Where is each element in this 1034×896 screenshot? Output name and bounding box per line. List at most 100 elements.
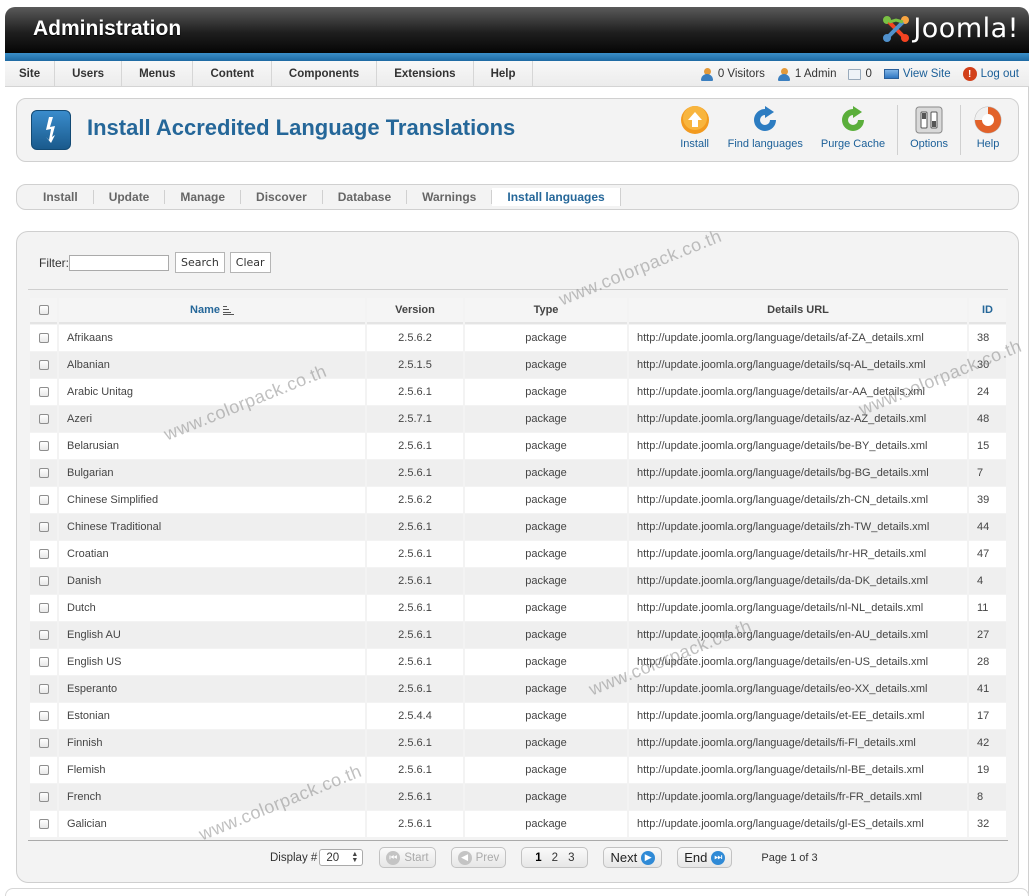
prev-button[interactable]: ◀ Prev — [450, 847, 507, 868]
help-button[interactable]: Help — [964, 105, 1012, 150]
menu-site[interactable]: Site — [5, 61, 56, 86]
table-row[interactable]: Arabic Unitag 2.5.6.1 package http://update… — [30, 379, 1006, 405]
tab-update[interactable]: Update — [94, 190, 166, 204]
page-3[interactable]: 3 — [568, 852, 574, 864]
menu-components[interactable]: Components — [272, 61, 378, 86]
page-2[interactable]: 2 — [552, 852, 558, 864]
filter-divider — [28, 289, 1008, 290]
table-row[interactable]: Chinese Traditional 2.5.6.1 package http://… — [30, 514, 1006, 540]
options-button[interactable]: Options — [901, 105, 957, 150]
menu-users[interactable]: Users — [55, 61, 123, 86]
select-all-checkbox[interactable] — [38, 305, 49, 316]
row-checkbox[interactable] — [38, 819, 49, 830]
row-checkbox[interactable] — [38, 576, 49, 587]
row-checkbox[interactable] — [38, 360, 49, 371]
row-checkbox[interactable] — [38, 414, 49, 425]
language-details-url: http://update.joomla.org/language/detail… — [629, 784, 967, 810]
table-row[interactable]: English US 2.5.6.1 package http://update.jo… — [30, 649, 1006, 675]
row-checkbox[interactable] — [38, 738, 49, 749]
admins-status: 1 Admin — [777, 67, 837, 81]
row-checkbox[interactable] — [38, 765, 49, 776]
purge-cache-button[interactable]: Purge Cache — [812, 105, 894, 150]
admin-icon — [777, 67, 791, 81]
find-languages-button[interactable]: Find languages — [719, 105, 812, 150]
language-version: 2.5.7.1 — [367, 406, 463, 432]
language-details-url: http://update.joomla.org/language/detail… — [629, 811, 967, 837]
row-checkbox[interactable] — [38, 468, 49, 479]
menu-content[interactable]: Content — [193, 61, 272, 86]
table-row[interactable]: Belarusian 2.5.6.1 package http://update.jo… — [30, 433, 1006, 459]
table-row[interactable]: Albanian 2.5.1.5 package http://update.joom… — [30, 352, 1006, 378]
table-row[interactable]: Azeri 2.5.7.1 package http://update.joomla.… — [30, 406, 1006, 432]
options-label: Options — [910, 138, 948, 150]
table-row[interactable]: Danish 2.5.6.1 package http://update.joomla… — [30, 568, 1006, 594]
search-button[interactable]: Search — [175, 252, 225, 273]
row-select-cell — [30, 784, 57, 810]
row-checkbox[interactable] — [38, 657, 49, 668]
language-name: Chinese Simplified — [59, 487, 365, 513]
table-row[interactable]: Galician 2.5.6.1 package http://update.joom… — [30, 811, 1006, 837]
row-select-cell — [30, 568, 57, 594]
table-row[interactable]: English AU 2.5.6.1 package http://update.jo… — [30, 622, 1006, 648]
joomla-logo[interactable]: Joomla! — [881, 13, 1019, 44]
language-name: Galician — [59, 811, 365, 837]
start-button[interactable]: ⏮ Start — [379, 847, 436, 868]
menu-help[interactable]: Help — [474, 61, 534, 86]
logout-link[interactable]: ! Log out — [962, 67, 1019, 81]
page-1[interactable]: 1 — [535, 852, 541, 864]
language-id: 17 — [969, 703, 1006, 729]
page-title: Install Accredited Language Translations — [87, 115, 516, 140]
row-checkbox[interactable] — [38, 549, 49, 560]
table-row[interactable]: Afrikaans 2.5.6.2 package http://update.joo… — [30, 325, 1006, 351]
language-details-url: http://update.joomla.org/language/detail… — [629, 433, 967, 459]
row-select-cell — [30, 433, 57, 459]
clear-button[interactable]: Clear — [229, 252, 271, 273]
end-button[interactable]: End ⏭ — [677, 847, 733, 868]
tab-database[interactable]: Database — [323, 190, 408, 204]
table-row[interactable]: French 2.5.6.1 package http://update.joomla… — [30, 784, 1006, 810]
table-row[interactable]: Dutch 2.5.6.1 package http://update.joomla.… — [30, 595, 1006, 621]
tab-install[interactable]: Install — [28, 190, 94, 204]
table-row[interactable]: Chinese Simplified 2.5.6.2 package http://u… — [30, 487, 1006, 513]
row-checkbox[interactable] — [38, 792, 49, 803]
row-checkbox[interactable] — [38, 495, 49, 506]
table-row[interactable]: Flemish 2.5.6.1 package http://update.jooml… — [30, 757, 1006, 783]
row-checkbox[interactable] — [38, 603, 49, 614]
table-row[interactable]: Croatian 2.5.6.1 package http://update.joom… — [30, 541, 1006, 567]
table-row[interactable]: Bulgarian 2.5.6.1 package http://update.joo… — [30, 460, 1006, 486]
install-button[interactable]: Install — [671, 105, 719, 150]
row-checkbox[interactable] — [38, 387, 49, 398]
next-button[interactable]: Next ▶ — [603, 847, 663, 868]
column-header-id[interactable]: ID — [969, 298, 1006, 324]
row-checkbox[interactable] — [38, 441, 49, 452]
tab-discover[interactable]: Discover — [241, 190, 323, 204]
row-checkbox[interactable] — [38, 630, 49, 641]
language-type: package — [465, 487, 627, 513]
row-select-cell — [30, 541, 57, 567]
language-id: 7 — [969, 460, 1006, 486]
language-name: English AU — [59, 622, 365, 648]
row-checkbox[interactable] — [38, 684, 49, 695]
tab-manage[interactable]: Manage — [165, 190, 242, 204]
table-row[interactable]: Esperanto 2.5.6.1 package http://update.joo… — [30, 676, 1006, 702]
filter-input[interactable] — [69, 254, 169, 271]
table-row[interactable]: Finnish 2.5.6.1 package http://update.jooml… — [30, 730, 1006, 756]
messages-status[interactable]: 0 — [848, 68, 872, 80]
row-checkbox[interactable] — [38, 333, 49, 344]
language-details-url: http://update.joomla.org/language/detail… — [629, 379, 967, 405]
view-site-link[interactable]: View Site — [883, 68, 951, 80]
language-id: 11 — [969, 595, 1006, 621]
admins-count: 1 Admin — [794, 68, 837, 80]
tab-install-languages[interactable]: Install languages — [492, 188, 621, 206]
column-header-name[interactable]: Name — [59, 298, 365, 324]
row-select-cell — [30, 460, 57, 486]
language-details-url: http://update.joomla.org/language/detail… — [629, 514, 967, 540]
visitors-status: 0 Visitors — [700, 67, 765, 81]
row-checkbox[interactable] — [38, 711, 49, 722]
menu-extensions[interactable]: Extensions — [377, 61, 474, 86]
table-row[interactable]: Estonian 2.5.4.4 package http://update.joom… — [30, 703, 1006, 729]
display-limit-select[interactable]: 20 ▲ ▼ — [319, 849, 364, 866]
menu-menus[interactable]: Menus — [122, 61, 194, 86]
row-checkbox[interactable] — [38, 522, 49, 533]
tab-warnings[interactable]: Warnings — [407, 190, 493, 204]
